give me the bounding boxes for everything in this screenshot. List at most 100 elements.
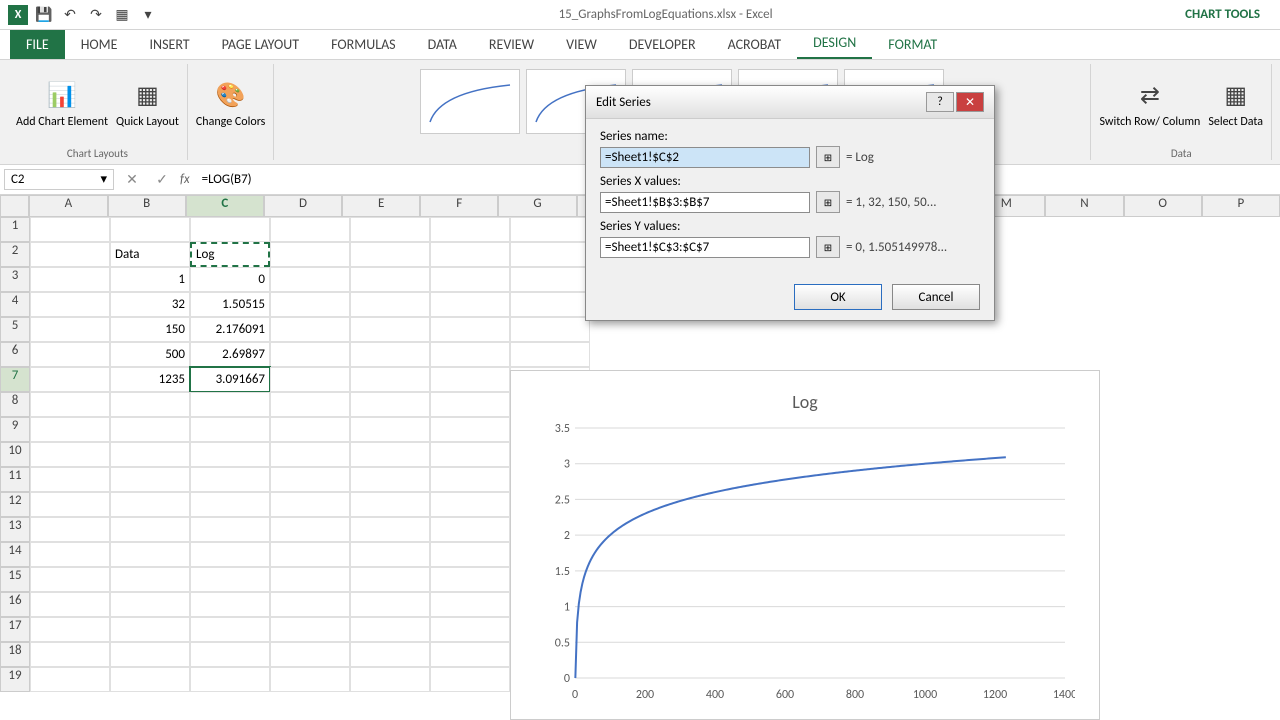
cell[interactable] (430, 492, 510, 517)
col-header[interactable]: B (108, 195, 186, 217)
cell[interactable] (30, 467, 110, 492)
cell[interactable] (430, 442, 510, 467)
cell[interactable] (350, 267, 430, 292)
tab-file[interactable]: FILE (10, 30, 65, 59)
cell[interactable] (30, 292, 110, 317)
cell[interactable]: 0 (190, 267, 270, 292)
cell[interactable] (430, 617, 510, 642)
row-header[interactable]: 12 (0, 492, 30, 517)
row-header[interactable]: 5 (0, 317, 30, 342)
cell[interactable] (30, 267, 110, 292)
tab-design[interactable]: DESIGN (797, 28, 872, 59)
redo-icon[interactable]: ↷ (86, 5, 106, 25)
tab-insert[interactable]: INSERT (134, 30, 206, 59)
cell[interactable] (270, 342, 350, 367)
cell[interactable] (110, 542, 190, 567)
cell[interactable] (270, 392, 350, 417)
cell[interactable] (110, 592, 190, 617)
cell[interactable] (430, 367, 510, 392)
row-header[interactable]: 10 (0, 442, 30, 467)
col-header[interactable]: F (420, 195, 498, 217)
tab-developer[interactable]: DEVELOPER (613, 30, 712, 59)
table-icon[interactable]: ▦ (112, 5, 132, 25)
cell[interactable]: Log (190, 242, 270, 267)
customize-qat-icon[interactable]: ▾ (138, 5, 158, 25)
col-header[interactable]: C (186, 195, 264, 217)
cell[interactable] (190, 417, 270, 442)
col-header[interactable]: E (342, 195, 420, 217)
cell[interactable] (270, 617, 350, 642)
cell[interactable] (350, 517, 430, 542)
cell[interactable] (350, 342, 430, 367)
cell[interactable] (350, 542, 430, 567)
save-icon[interactable]: 💾 (34, 5, 54, 25)
cell[interactable] (270, 267, 350, 292)
cell[interactable] (190, 542, 270, 567)
tab-format[interactable]: FORMAT (872, 30, 953, 59)
name-box[interactable]: C2▾ (4, 169, 114, 190)
cell[interactable]: 32 (110, 292, 190, 317)
cell[interactable] (430, 392, 510, 417)
cell[interactable] (430, 467, 510, 492)
row-header[interactable]: 18 (0, 642, 30, 667)
cell[interactable] (350, 392, 430, 417)
cell[interactable] (510, 242, 590, 267)
row-header[interactable]: 1 (0, 217, 30, 242)
cell[interactable] (430, 242, 510, 267)
cell[interactable] (110, 392, 190, 417)
col-header[interactable]: D (264, 195, 342, 217)
cell[interactable] (30, 542, 110, 567)
row-header[interactable]: 15 (0, 567, 30, 592)
add-chart-element-button[interactable]: 📊 Add Chart Element (16, 64, 108, 145)
cell[interactable] (30, 567, 110, 592)
ok-button[interactable]: OK (794, 284, 882, 310)
cell[interactable] (430, 642, 510, 667)
cell[interactable] (110, 217, 190, 242)
row-header[interactable]: 16 (0, 592, 30, 617)
cell[interactable] (350, 417, 430, 442)
cell[interactable]: 2.176091 (190, 317, 270, 342)
tab-review[interactable]: REVIEW (473, 30, 550, 59)
cell[interactable] (110, 617, 190, 642)
chart-plot-area[interactable]: 00.511.522.533.5020040060080010001200140… (535, 423, 1075, 699)
cell[interactable] (350, 667, 430, 692)
tab-view[interactable]: VIEW (550, 30, 613, 59)
cell[interactable] (30, 317, 110, 342)
cell[interactable] (350, 642, 430, 667)
cell[interactable] (110, 442, 190, 467)
row-header[interactable]: 13 (0, 517, 30, 542)
select-all-corner[interactable] (0, 195, 29, 217)
cell[interactable] (190, 592, 270, 617)
cell[interactable] (30, 417, 110, 442)
cell[interactable] (30, 242, 110, 267)
col-header[interactable]: N (1045, 195, 1123, 217)
cell[interactable] (270, 442, 350, 467)
chart-title[interactable]: Log (792, 391, 818, 413)
cell[interactable] (270, 367, 350, 392)
cell[interactable] (430, 342, 510, 367)
tab-acrobat[interactable]: ACROBAT (712, 30, 798, 59)
cell[interactable]: 1.50515 (190, 292, 270, 317)
dialog-close-button[interactable]: ✕ (956, 92, 984, 112)
cell[interactable] (430, 517, 510, 542)
tab-formulas[interactable]: FORMULAS (315, 30, 412, 59)
change-colors-button[interactable]: 🎨 Change Colors (196, 64, 265, 145)
enter-formula-icon[interactable]: ✓ (150, 171, 174, 188)
switch-row-column-button[interactable]: ⇄ Switch Row/ Column (1099, 64, 1200, 145)
fx-icon[interactable]: fx (180, 172, 190, 187)
cell[interactable] (270, 642, 350, 667)
cell[interactable] (190, 642, 270, 667)
cell[interactable] (430, 317, 510, 342)
row-header[interactable]: 3 (0, 267, 30, 292)
cell[interactable] (30, 217, 110, 242)
cell[interactable] (350, 617, 430, 642)
quick-layout-button[interactable]: ▦ Quick Layout (116, 64, 179, 145)
cell[interactable] (510, 317, 590, 342)
cell[interactable] (270, 242, 350, 267)
cell[interactable] (510, 267, 590, 292)
series-name-input[interactable] (600, 147, 810, 168)
col-header[interactable]: G (498, 195, 576, 217)
cell[interactable] (430, 217, 510, 242)
select-data-button[interactable]: ▦ Select Data (1208, 64, 1263, 145)
row-header[interactable]: 19 (0, 667, 30, 692)
